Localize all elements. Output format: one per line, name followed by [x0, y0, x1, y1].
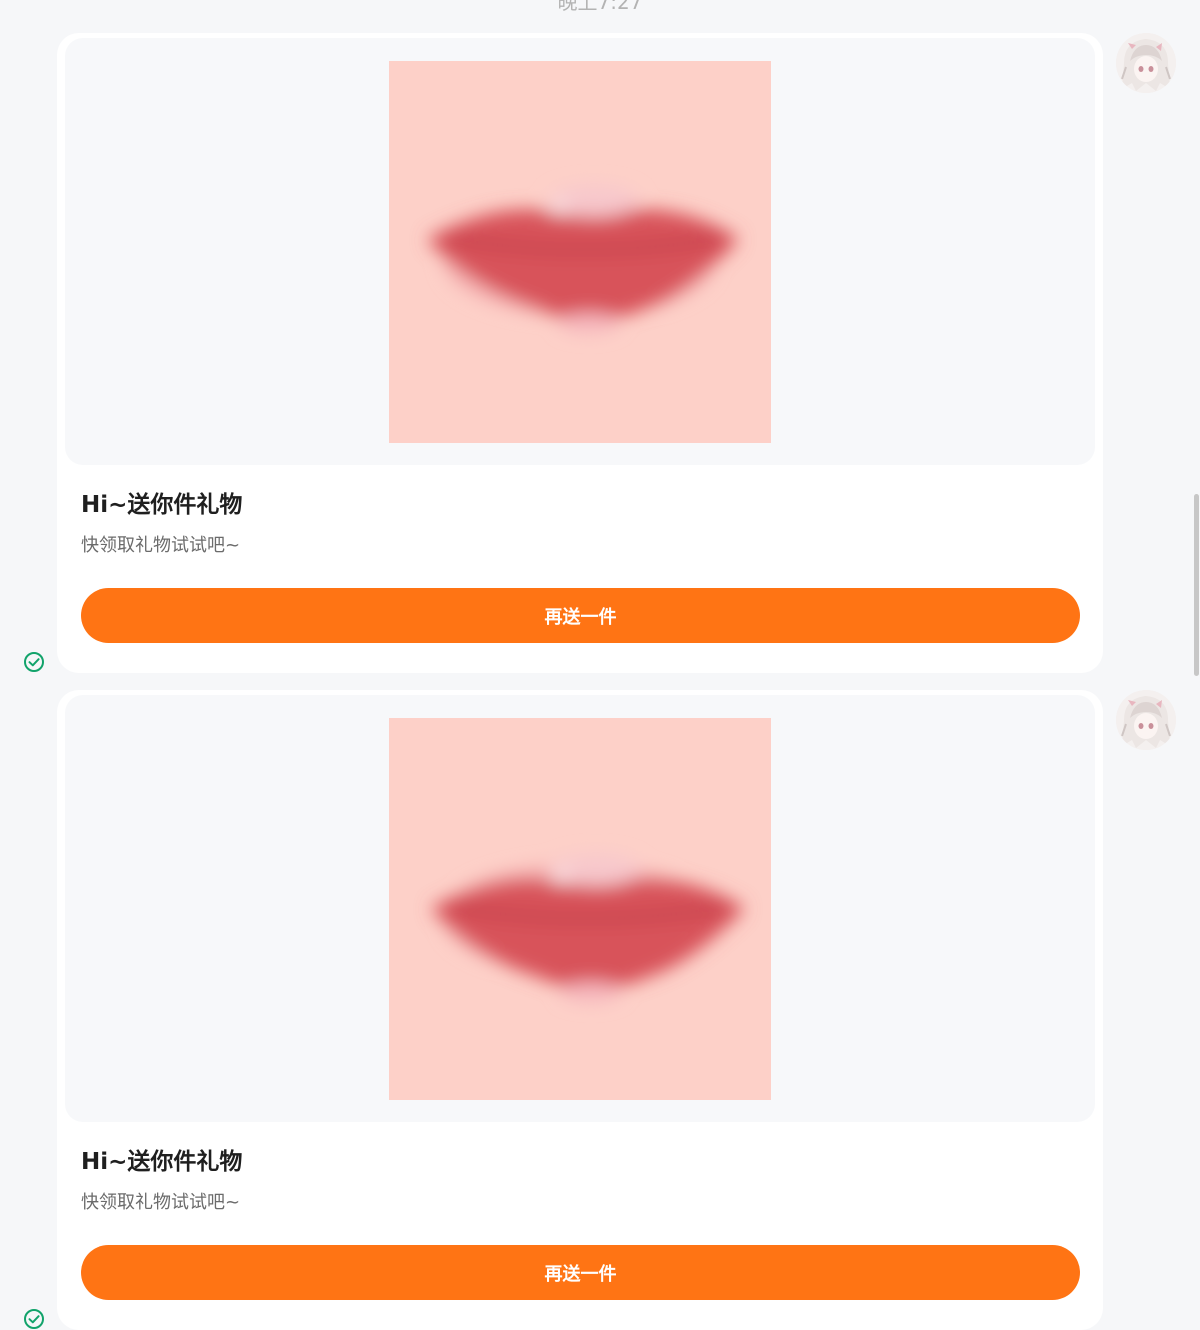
anime-girl-avatar-icon — [1116, 690, 1176, 750]
lips-graphic — [389, 61, 771, 443]
gift-card-subtitle: 快领取礼物试试吧~ — [81, 535, 241, 556]
vertical-scrollbar[interactable] — [1192, 0, 1200, 1325]
gift-card[interactable]: Hi~送你件礼物 快领取礼物试试吧~ 再送一件 — [57, 690, 1103, 1330]
anime-girl-avatar-icon — [1116, 33, 1176, 93]
check-circle-icon — [24, 1309, 44, 1329]
gift-card-title: Hi~送你件礼物 — [81, 492, 243, 518]
avatar[interactable] — [1116, 33, 1176, 93]
gift-card[interactable]: Hi~送你件礼物 快领取礼物试试吧~ 再送一件 — [57, 33, 1103, 673]
lips-graphic — [389, 718, 771, 1100]
chat-message: Hi~送你件礼物 快领取礼物试试吧~ 再送一件 — [0, 690, 1200, 1330]
check-circle-icon — [24, 652, 44, 672]
gift-media — [65, 38, 1095, 465]
lips-gift-image[interactable] — [389, 718, 771, 1100]
gift-media — [65, 695, 1095, 1122]
send-another-button[interactable]: 再送一件 — [81, 1245, 1080, 1300]
message-timestamp: 晚上7:27 — [557, 0, 643, 14]
lips-gift-image[interactable] — [389, 61, 771, 443]
gift-card-subtitle: 快领取礼物试试吧~ — [81, 1192, 241, 1213]
chat-message: Hi~送你件礼物 快领取礼物试试吧~ 再送一件 — [0, 33, 1200, 673]
avatar[interactable] — [1116, 690, 1176, 750]
gift-card-title: Hi~送你件礼物 — [81, 1149, 243, 1175]
send-another-button[interactable]: 再送一件 — [81, 588, 1080, 643]
scrollbar-thumb[interactable] — [1194, 494, 1199, 676]
